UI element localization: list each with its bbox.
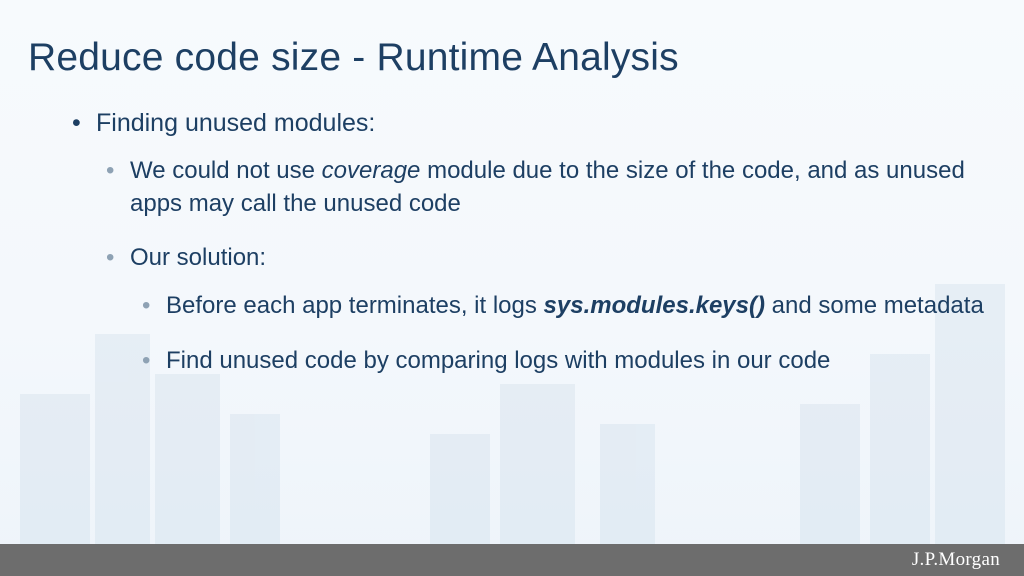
bullet-l1: Finding unused modules: We could not use… xyxy=(72,108,994,377)
bullet-l1-text: Finding unused modules: xyxy=(96,109,375,137)
text-frag: Before each app terminates, it logs xyxy=(166,292,544,319)
bullet-l3-compare-text: Find unused code by comparing logs with … xyxy=(166,347,830,374)
brand-logo: J.P.Morgan xyxy=(912,549,1000,571)
text-frag: We could not use xyxy=(130,157,322,184)
bullet-l2-solution-text: Our solution: xyxy=(130,244,266,271)
slide-title: Reduce code size - Runtime Analysis xyxy=(28,36,679,80)
slide: Reduce code size - Runtime Analysis Find… xyxy=(0,0,1024,576)
bullet-l2-solution: Our solution: Before each app terminates… xyxy=(106,242,994,377)
footer-bar: J.P.Morgan xyxy=(0,544,1024,576)
coverage-word: coverage xyxy=(322,157,421,184)
text-frag: and some metadata xyxy=(765,292,984,319)
sys-modules-keys: sys.modules.keys() xyxy=(544,292,765,319)
bullet-l3-compare: Find unused code by comparing logs with … xyxy=(142,345,994,377)
bullet-l3-log: Before each app terminates, it logs sys.… xyxy=(142,290,994,322)
slide-content: Finding unused modules: We could not use… xyxy=(72,108,994,399)
bullet-l2-coverage: We could not use coverage module due to … xyxy=(106,155,994,220)
